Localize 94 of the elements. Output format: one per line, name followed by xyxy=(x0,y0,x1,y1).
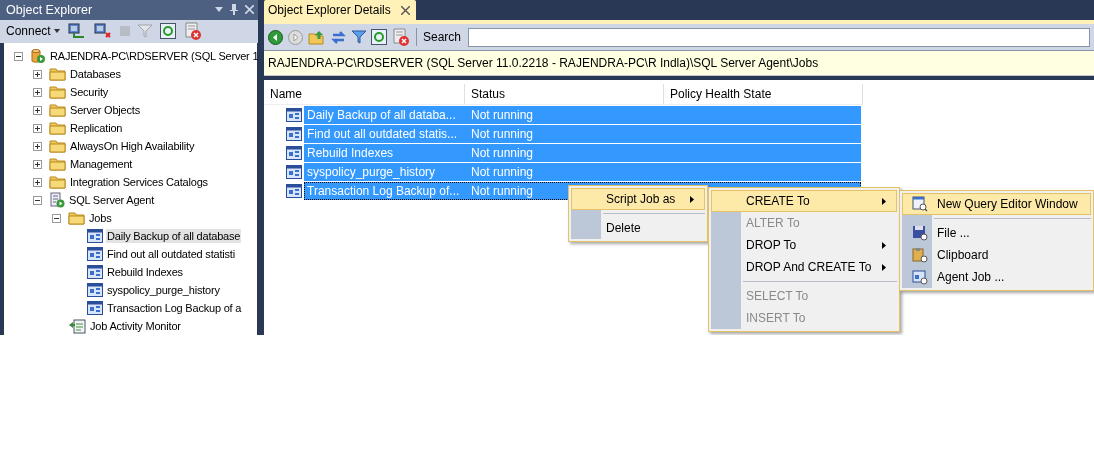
job-icon xyxy=(286,126,302,141)
table-cell: Not running xyxy=(471,107,534,122)
query-window-icon xyxy=(912,196,928,212)
table-cell-text: Find out all outdated statis... xyxy=(306,126,459,141)
menu-item[interactable]: New Query Editor Window xyxy=(902,193,1091,215)
table-cell-text: syspolicy_purge_history xyxy=(306,164,437,179)
pin-icon[interactable] xyxy=(230,4,238,16)
refresh-icon[interactable] xyxy=(371,29,387,45)
menu-item[interactable]: CREATE To xyxy=(711,190,897,212)
expand-icon[interactable] xyxy=(33,69,42,79)
menu-item[interactable]: DROP And CREATE To xyxy=(711,256,897,278)
tree-item[interactable]: syspolicy_purge_history xyxy=(106,283,221,297)
menu-item[interactable]: Clipboard xyxy=(902,244,1091,266)
column-header[interactable]: Name xyxy=(264,84,465,104)
database-server-icon xyxy=(30,48,46,64)
table-cell-text: Daily Backup of all databa... xyxy=(306,107,457,122)
document-tab[interactable]: Object Explorer Details xyxy=(264,0,416,20)
submenu-arrow-icon xyxy=(882,197,886,205)
folder-icon xyxy=(49,67,66,81)
clipboard-icon xyxy=(912,247,928,263)
tree-item[interactable]: Replication xyxy=(69,121,124,135)
menu-item[interactable]: Delete xyxy=(571,217,705,239)
tree-item[interactable]: Security xyxy=(69,85,110,99)
tree-item[interactable]: AlwaysOn High Availability xyxy=(69,139,196,153)
close-icon[interactable] xyxy=(400,5,410,15)
table-cell: Not running xyxy=(471,126,534,141)
job-icon xyxy=(286,183,302,198)
script-delete-icon[interactable] xyxy=(183,22,202,41)
menu-item[interactable]: Script Job as xyxy=(571,188,705,210)
agent-icon xyxy=(49,192,65,208)
folder-icon xyxy=(49,157,66,171)
collapse-icon[interactable] xyxy=(33,195,42,205)
connect-server-icon[interactable] xyxy=(67,23,86,40)
job-icon xyxy=(87,229,103,243)
job-icon xyxy=(87,301,103,315)
path-bar: RAJENDRA-PC\RDSERVER (SQL Server 11.0.2218 - RAJENDRA-PC\R Indla)\SQL Server Agent\Jobs xyxy=(264,50,1094,76)
menu-item[interactable]: File ... xyxy=(902,222,1091,244)
script-delete-icon[interactable] xyxy=(392,28,410,46)
folder-icon xyxy=(68,211,85,225)
table-cell: Not running xyxy=(471,183,534,198)
folder-icon xyxy=(49,175,66,189)
search-label: Search xyxy=(423,30,462,44)
folder-icon xyxy=(49,121,66,135)
expand-icon[interactable] xyxy=(33,87,42,97)
disconnect-server-icon[interactable] xyxy=(93,23,112,40)
caret-icon[interactable] xyxy=(53,29,60,34)
connect-button[interactable]: Connect xyxy=(6,24,60,39)
tree-item[interactable]: Job Activity Monitor xyxy=(89,319,182,333)
collapse-icon[interactable] xyxy=(14,51,23,61)
table-cell-text: Transaction Log Backup of... xyxy=(306,183,461,198)
sync-icon[interactable] xyxy=(330,29,347,45)
tree-item[interactable]: Jobs xyxy=(88,211,113,225)
tree-item[interactable]: SQL Server Agent xyxy=(68,193,156,207)
search-field[interactable] xyxy=(468,27,1090,47)
job-icon xyxy=(912,269,928,285)
table-cell: Not running xyxy=(471,164,534,179)
job-icon xyxy=(87,247,103,261)
tree-item[interactable]: Rebuild Indexes xyxy=(106,265,184,279)
expand-icon[interactable] xyxy=(33,105,42,115)
folder-icon xyxy=(49,103,66,117)
back-icon[interactable] xyxy=(268,29,283,45)
submenu-arrow-icon xyxy=(882,241,886,249)
collapse-icon[interactable] xyxy=(52,213,61,223)
panel-title: Object Explorer xyxy=(6,2,93,17)
submenu-arrow-icon xyxy=(882,263,886,271)
tree-item[interactable]: Transaction Log Backup of a xyxy=(106,301,243,315)
job-icon xyxy=(286,164,302,179)
tree-item[interactable]: Integration Services Catalogs xyxy=(69,175,209,189)
tree-item[interactable]: Find out all outdated statisti xyxy=(106,247,236,261)
menu-item[interactable]: DROP To xyxy=(711,234,897,256)
column-header[interactable]: Policy Health State xyxy=(664,84,863,104)
job-icon xyxy=(286,107,302,122)
table-cell-text: Rebuild Indexes xyxy=(306,145,395,160)
submenu-arrow-icon xyxy=(690,195,694,203)
tree-item[interactable]: Daily Backup of all database xyxy=(106,229,242,243)
table-cell: Not running xyxy=(471,145,534,160)
expand-icon[interactable] xyxy=(33,123,42,133)
dropdown-icon[interactable] xyxy=(215,7,223,13)
expand-icon[interactable] xyxy=(33,159,42,169)
tree-item[interactable]: Databases xyxy=(69,67,122,81)
expand-icon[interactable] xyxy=(33,141,42,151)
tree-item[interactable]: Server Objects xyxy=(69,103,141,117)
refresh-icon[interactable] xyxy=(159,23,176,40)
menu-item[interactable]: Agent Job ... xyxy=(902,266,1091,288)
tree-item[interactable]: RAJENDRA-PC\RDSERVER (SQL Server 1 xyxy=(49,49,260,63)
expand-icon[interactable] xyxy=(33,177,42,187)
filter-icon[interactable] xyxy=(352,30,366,44)
folder-icon xyxy=(49,139,66,153)
job-icon xyxy=(286,145,302,160)
job-icon xyxy=(87,265,103,279)
tree-item[interactable]: Management xyxy=(69,157,134,171)
job-icon xyxy=(87,283,103,297)
column-header[interactable]: Status xyxy=(465,84,664,104)
folder-icon xyxy=(49,85,66,99)
